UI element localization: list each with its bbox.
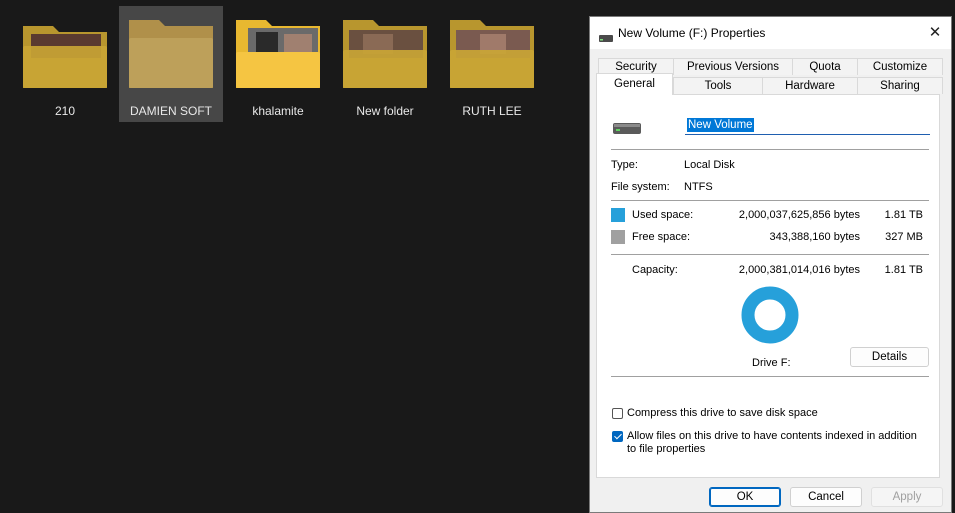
compress-checkbox[interactable] [612, 408, 623, 419]
cancel-button[interactable]: Cancel [790, 487, 862, 507]
apply-button[interactable]: Apply [871, 487, 943, 507]
divider [611, 376, 929, 377]
type-label: Type: [611, 159, 638, 171]
folder-label: RUTH LEE [462, 104, 522, 118]
folder-label: DAMIEN SOFT [129, 104, 212, 118]
drive-icon [613, 121, 641, 139]
general-panel: New Volume Type: Local Disk File system:… [596, 94, 940, 478]
folder-icon [119, 6, 223, 94]
used-space-bytes: 2,000,037,625,856 bytes [738, 209, 860, 221]
folder-icon [226, 6, 330, 94]
free-space-bytes: 343,388,160 bytes [769, 231, 860, 243]
properties-dialog: New Volume (F:) Properties ✕ Security Pr… [589, 16, 952, 513]
capacity-label: Capacity: [632, 264, 678, 276]
folder-icon [333, 6, 437, 94]
tab-customize[interactable]: Customize [857, 58, 943, 75]
tab-sharing[interactable]: Sharing [857, 77, 943, 94]
folder-ruth-lee[interactable]: RUTH LEE [440, 6, 544, 122]
details-button[interactable]: Details [850, 347, 929, 367]
volume-name-input[interactable]: New Volume [685, 115, 930, 135]
free-space-label: Free space: [632, 231, 691, 243]
capacity-bytes: 2,000,381,014,016 bytes [738, 264, 860, 276]
folder-icon [440, 6, 544, 94]
drive-letter-label: Drive F: [752, 357, 791, 369]
file-system-value: NTFS [684, 181, 713, 193]
file-system-label: File system: [611, 181, 670, 193]
free-space-swatch [611, 230, 625, 244]
compress-label[interactable]: Compress this drive to save disk space [627, 407, 818, 420]
dialog-title: New Volume (F:) Properties [618, 26, 766, 40]
free-space-size: 327 MB [885, 231, 923, 243]
used-space-swatch [611, 208, 625, 222]
ok-button[interactable]: OK [709, 487, 781, 507]
tab-quota[interactable]: Quota [792, 58, 858, 75]
index-label[interactable]: Allow files on this drive to have conten… [627, 430, 927, 456]
folder-label: 210 [54, 104, 76, 118]
folder-icon [13, 6, 117, 94]
close-icon[interactable]: ✕ [919, 17, 951, 49]
divider [611, 149, 929, 150]
folder-label: New folder [356, 104, 414, 118]
index-checkbox[interactable] [612, 431, 623, 442]
title-bar[interactable]: New Volume (F:) Properties ✕ [590, 17, 951, 49]
folder-khalamite[interactable]: khalamite [226, 6, 330, 122]
tab-previous-versions[interactable]: Previous Versions [673, 58, 793, 75]
divider [611, 254, 929, 255]
used-space-size: 1.81 TB [884, 209, 923, 221]
folder-damien-soft[interactable]: DAMIEN SOFT [119, 6, 223, 122]
usage-donut-chart [741, 286, 799, 349]
tab-tools[interactable]: Tools [673, 77, 763, 94]
folder-210[interactable]: 210 [13, 6, 117, 122]
folder-new-folder[interactable]: New folder [333, 6, 437, 122]
tab-hardware[interactable]: Hardware [762, 77, 858, 94]
folder-label: khalamite [252, 104, 304, 118]
volume-name-text: New Volume [687, 118, 754, 132]
capacity-size: 1.81 TB [884, 264, 923, 276]
divider [611, 200, 929, 201]
used-space-label: Used space: [632, 209, 694, 221]
drive-icon [599, 29, 613, 47]
tab-general[interactable]: General [596, 73, 673, 95]
type-value: Local Disk [684, 159, 735, 171]
